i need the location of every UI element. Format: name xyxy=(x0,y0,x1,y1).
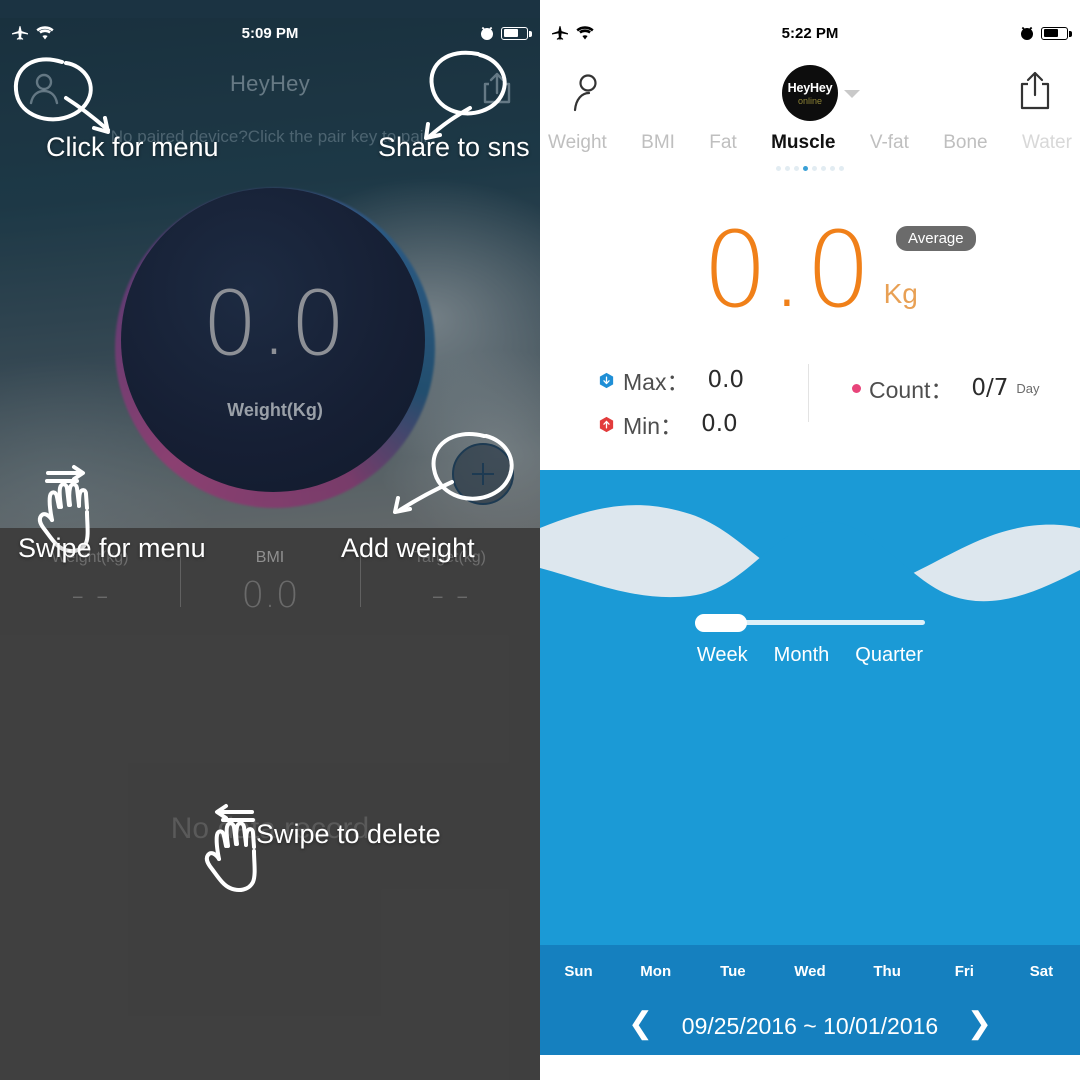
count-label: Count： xyxy=(869,377,954,403)
min-row: Min： 0.0 xyxy=(598,402,808,446)
min-label: Min： xyxy=(623,413,684,439)
share-icon[interactable] xyxy=(476,67,518,114)
summary-stats: Max： 0.0 Min： 0.0 Count： 0/7 Day xyxy=(540,358,1080,450)
weight-dial[interactable]: 0.0 Weight(Kg) xyxy=(115,188,435,508)
tab-fat[interactable]: Fat xyxy=(705,132,740,154)
count-row: Count： 0/7 Day xyxy=(852,366,1080,410)
max-min-group: Max： 0.0 Min： 0.0 xyxy=(540,358,808,450)
left-stat-label: Weight(kg) xyxy=(51,549,129,566)
left-app-title: HeyHey xyxy=(229,71,311,96)
weekday-tue: Tue xyxy=(720,962,746,980)
page-dot xyxy=(794,166,799,171)
weekday-sun: Sun xyxy=(564,962,593,980)
left-stat-value: - - xyxy=(71,575,109,616)
share-icon[interactable] xyxy=(1016,70,1054,115)
reading-block: 0.0 Kg Average xyxy=(540,218,1080,322)
page-dot xyxy=(785,166,790,171)
page-dot xyxy=(821,166,826,171)
left-stat-bmi: BMI 0.0 xyxy=(180,535,360,625)
weekday-fri: Fri xyxy=(954,962,974,980)
date-range-bar: ❮ 09/25/2016 ~ 10/01/2016 ❯ xyxy=(540,997,1080,1055)
count-group: Count： 0/7 Day xyxy=(808,358,1080,450)
right-nav-bar: HeyHey online xyxy=(540,62,1080,130)
count-value: 0/7 xyxy=(971,375,1009,401)
page-dot-active xyxy=(803,166,808,171)
page-dot xyxy=(839,166,844,171)
avatar-name: HeyHey xyxy=(787,80,833,95)
tab-bone[interactable]: Bone xyxy=(939,132,991,154)
left-stat-weight: Weight(kg) - - xyxy=(0,535,180,625)
weekday-header: Sun Mon Tue Wed Thu Fri Sat xyxy=(540,945,1080,997)
slider-thumb[interactable] xyxy=(695,614,747,632)
dial-value: 0.0 xyxy=(202,272,348,375)
chevron-left-icon[interactable]: ❮ xyxy=(628,1009,653,1039)
water-wave-chart xyxy=(540,470,1080,945)
metric-tabs: Weight BMI Fat Muscle V-fat Bone Water xyxy=(540,132,1080,154)
tab-muscle[interactable]: Muscle xyxy=(767,132,839,154)
right-phone-screen: 5:22 PM HeyHey online Weight BMI Fat Mus… xyxy=(540,0,1080,1080)
slider-option-week[interactable]: Week xyxy=(697,644,748,667)
left-stat-target: Target(kg) - - xyxy=(360,535,540,625)
profile-icon[interactable] xyxy=(568,70,608,119)
page-dot xyxy=(776,166,781,171)
left-status-time: 5:09 PM xyxy=(241,24,299,42)
slider-labels: Week Month Quarter xyxy=(540,644,1080,667)
weekday-thu: Thu xyxy=(873,962,901,980)
avatar-status: online xyxy=(797,95,823,106)
right-status-bar: 5:22 PM xyxy=(540,18,1080,48)
tab-bmi[interactable]: BMI xyxy=(637,132,679,154)
page-dot xyxy=(830,166,835,171)
max-value: 0.0 xyxy=(707,367,745,393)
dial-unit-label: Weight(Kg) xyxy=(227,400,323,420)
count-suffix: Day xyxy=(1016,380,1040,396)
min-value: 0.0 xyxy=(701,411,738,437)
reading-unit: Kg xyxy=(883,278,918,309)
wave-shapes xyxy=(540,505,1080,945)
average-badge: Average xyxy=(896,226,976,251)
hexagon-up-icon xyxy=(599,416,614,432)
tab-v-fat[interactable]: V-fat xyxy=(866,132,913,154)
weekday-wed: Wed xyxy=(794,962,826,980)
hexagon-down-icon xyxy=(599,372,614,388)
chevron-right-icon[interactable]: ❯ xyxy=(967,1009,992,1039)
slider-option-quarter[interactable]: Quarter xyxy=(855,644,923,667)
dual-screenshot: 5:09 PM HeyHey No paired device?Click th… xyxy=(0,0,1080,1080)
max-label: Max： xyxy=(623,369,690,395)
dot-icon xyxy=(852,383,861,393)
slider-option-month[interactable]: Month xyxy=(774,644,830,667)
tab-water[interactable]: Water xyxy=(1018,132,1076,154)
bottom-fill xyxy=(540,1055,1080,1080)
left-nav-bar: HeyHey xyxy=(0,55,540,125)
chevron-down-icon[interactable] xyxy=(844,90,860,98)
pair-hint-text: No paired device?Click the pair key to p… xyxy=(110,127,430,146)
left-stat-value: - - xyxy=(431,575,469,616)
avatar[interactable]: HeyHey online xyxy=(782,65,838,121)
left-stat-label: Target(kg) xyxy=(413,549,487,566)
date-range-text: 09/25/2016 ~ 10/01/2016 xyxy=(681,1012,939,1039)
battery-icon xyxy=(1041,26,1072,40)
reading-value: 0.0 xyxy=(702,209,874,331)
battery-icon xyxy=(501,26,532,40)
empty-state-text: No data record xyxy=(170,812,370,845)
left-stats-row: Weight(kg) - - BMI 0.0 Target(kg) - - xyxy=(0,535,540,625)
page-dot xyxy=(812,166,817,171)
right-status-time: 5:22 PM xyxy=(781,24,839,42)
add-weight-button[interactable] xyxy=(452,443,514,505)
left-stat-label: BMI xyxy=(255,549,285,566)
left-phone-screen: 5:09 PM HeyHey No paired device?Click th… xyxy=(0,0,540,1080)
weekday-mon: Mon xyxy=(640,962,672,980)
weekday-sat: Sat xyxy=(1029,962,1054,980)
left-status-bar: 5:09 PM xyxy=(0,18,540,48)
tab-weight[interactable]: Weight xyxy=(544,132,611,154)
left-stat-value: 0.0 xyxy=(241,575,299,616)
max-row: Max： 0.0 xyxy=(598,358,808,402)
page-dots xyxy=(540,166,1080,171)
